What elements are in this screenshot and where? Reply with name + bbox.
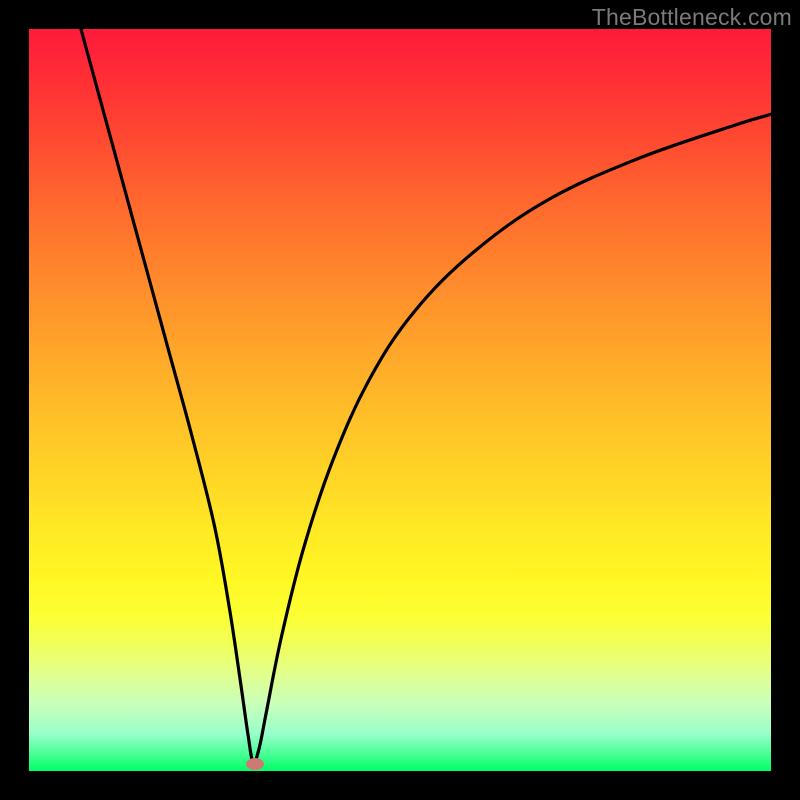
curve-svg: [29, 29, 771, 771]
minimum-marker-dot: [246, 758, 264, 770]
watermark-text: TheBottleneck.com: [592, 4, 792, 31]
plot-area: [29, 29, 771, 771]
bottleneck-curve: [81, 29, 771, 763]
chart-frame: TheBottleneck.com: [0, 0, 800, 800]
